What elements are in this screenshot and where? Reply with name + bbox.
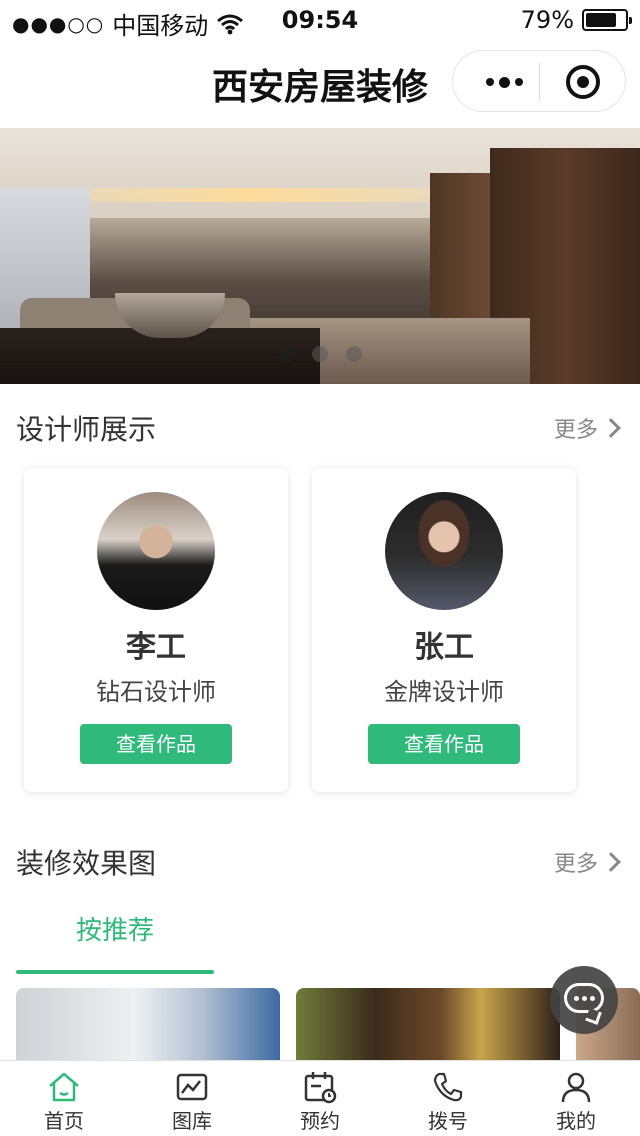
chat-dot: [582, 996, 587, 1001]
designer-role: 钻石设计师: [96, 678, 216, 706]
tab-home[interactable]: 首页: [0, 1061, 128, 1136]
battery-percent: 79%: [520, 6, 574, 34]
tab-profile[interactable]: 我的: [512, 1061, 640, 1136]
section-title: 设计师展示: [16, 413, 157, 446]
designer-role: 金牌设计师: [384, 678, 504, 706]
more-label: 更多: [553, 852, 598, 877]
tab-underline: [16, 970, 214, 974]
more-options-icon[interactable]: [471, 51, 537, 113]
customer-service-chat-button[interactable]: [550, 966, 618, 1034]
tab-label: 拨号: [428, 1109, 468, 1133]
chat-dot: [574, 996, 579, 1001]
view-works-button[interactable]: 查看作品: [368, 724, 520, 764]
battery-level: [586, 13, 617, 27]
chevron-right-icon: [601, 418, 621, 438]
status-right: 79%: [520, 6, 632, 34]
gallery-icon: [176, 1073, 208, 1101]
tab-label: 首页: [44, 1109, 84, 1133]
banner-light: [40, 188, 460, 202]
tab-gallery[interactable]: 图库: [128, 1061, 256, 1136]
designer-card[interactable]: 张工 金牌设计师 查看作品: [312, 468, 576, 792]
tab-booking[interactable]: 预约: [256, 1061, 384, 1136]
avatar: [385, 492, 503, 610]
chat-dot: [590, 996, 595, 1001]
renderings-section-header: 装修效果图 更多: [16, 836, 624, 886]
home-icon: [49, 1072, 79, 1102]
capsule-divider: [539, 63, 540, 101]
renderings-more-link[interactable]: 更多: [554, 846, 624, 878]
designers-more-link[interactable]: 更多: [554, 412, 624, 444]
bottom-tab-bar: 首页 图库 预约 拨号 我的: [0, 1060, 640, 1136]
rendering-thumbnail[interactable]: [296, 988, 560, 1068]
designers-section-header: 设计师展示 更多: [16, 402, 624, 452]
designer-name: 李工: [126, 630, 186, 665]
tab-label: 我的: [556, 1109, 596, 1133]
view-works-button[interactable]: 查看作品: [80, 724, 232, 764]
miniprogram-capsule: [452, 50, 626, 112]
tab-label: 预约: [300, 1109, 340, 1133]
carousel-dot[interactable]: [278, 346, 294, 362]
carousel-dot[interactable]: [312, 346, 328, 362]
tab-dial[interactable]: 拨号: [384, 1061, 512, 1136]
designer-card[interactable]: 李工 钻石设计师 查看作品: [24, 468, 288, 792]
calendar-icon: [304, 1072, 337, 1104]
section-title: 装修效果图: [16, 847, 157, 880]
tab-label: 按推荐: [75, 916, 154, 946]
tab-recommended[interactable]: 按推荐: [16, 900, 214, 974]
tab-label: 图库: [172, 1109, 212, 1133]
navigation-bar: 西安房屋装修: [0, 40, 640, 128]
chevron-right-icon: [601, 852, 621, 872]
designer-name: 张工: [414, 630, 474, 665]
user-icon: [561, 1072, 591, 1103]
more-label: 更多: [553, 418, 598, 443]
status-bar: ●●●○○ 中国移动 09:54 79%: [0, 0, 640, 40]
carousel-indicators: [0, 346, 640, 362]
rendering-thumbnail[interactable]: [16, 988, 280, 1068]
close-miniprogram-icon[interactable]: [566, 65, 600, 99]
banner-carousel[interactable]: [0, 128, 640, 384]
phone-icon: [433, 1072, 463, 1102]
carousel-dot[interactable]: [346, 346, 362, 362]
battery-icon: [582, 9, 632, 31]
avatar: [97, 492, 215, 610]
